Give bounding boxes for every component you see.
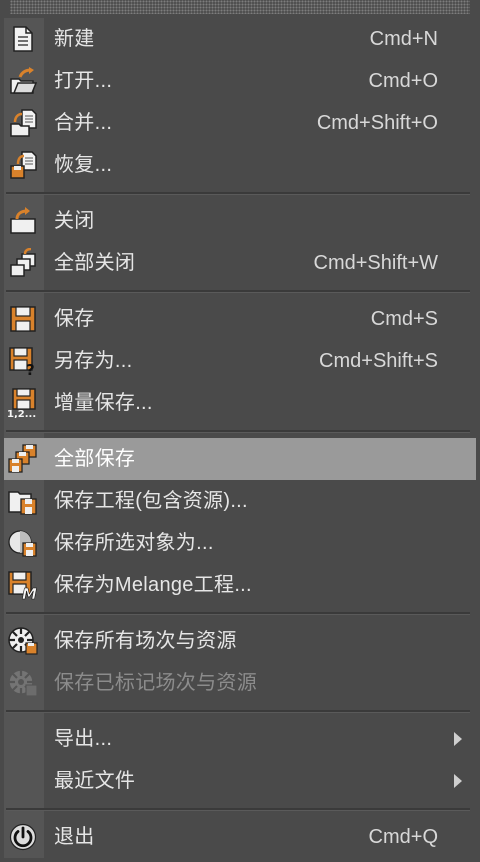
menu-item-save-all-takes[interactable]: 保存所有场次与资源: [0, 620, 480, 662]
menu-separator: [0, 284, 480, 298]
menu-item-label: 保存已标记场次与资源: [54, 672, 257, 694]
shortcut-text: Cmd+Q: [368, 826, 438, 848]
shortcut-text: Cmd+Shift+O: [316, 112, 438, 134]
open-folder-icon: [6, 65, 40, 97]
svg-text:1,2...: 1,2...: [7, 409, 36, 418]
menu-separator: [0, 186, 480, 200]
menu-item-merge[interactable]: 合并... Cmd+Shift+O: [0, 102, 480, 144]
save-icon: [6, 303, 40, 335]
menu-item-label: 保存所选对象为...: [54, 532, 214, 554]
menu-separator: [0, 606, 480, 620]
menu-item-label: 恢复...: [54, 154, 113, 176]
menu-item-label: 增量保存...: [54, 392, 153, 414]
menu-item-label: 保存: [54, 308, 95, 330]
svg-text:?: ?: [26, 361, 35, 376]
menu-item-save-as[interactable]: ? 另存为... Cmd+Shift+S: [0, 340, 480, 382]
menu-item-label: 关闭: [54, 210, 95, 232]
shortcut-text: Cmd+O: [368, 70, 438, 92]
menu-item-label: 合并...: [54, 112, 113, 134]
revert-icon: [6, 149, 40, 181]
menu-item-revert[interactable]: 恢复...: [0, 144, 480, 186]
menu-item-label: 最近文件: [54, 770, 136, 792]
menu-item-label: 保存所有场次与资源: [54, 630, 237, 652]
menu-item-close-all[interactable]: 全部关闭 Cmd+Shift+W: [0, 242, 480, 284]
icon-gutter: [4, 718, 44, 760]
menu-separator: [0, 424, 480, 438]
menu-item-save-marked-takes: 保存已标记场次与资源: [0, 662, 480, 704]
merge-icon: [6, 107, 40, 139]
menu-item-label: 保存为Melange工程...: [54, 574, 252, 596]
menu-item-label: 打开...: [54, 70, 113, 92]
menu-item-save-project[interactable]: 保存工程(包含资源)...: [0, 480, 480, 522]
icon-gutter: [4, 760, 44, 802]
menu-item-label: 新建: [54, 28, 95, 50]
power-icon: [6, 821, 40, 853]
menu-drag-grip[interactable]: [10, 0, 470, 14]
menu-item-export[interactable]: 导出...: [0, 718, 480, 760]
shortcut-text: Cmd+Shift+W: [313, 252, 438, 274]
menu-item-save-all[interactable]: 全部保存: [4, 438, 476, 480]
menu-item-label: 另存为...: [54, 350, 133, 372]
new-document-icon: [6, 23, 40, 55]
file-menu: 新建 Cmd+N 打开... Cmd+O 合并... Cmd+Shift+O 恢…: [0, 18, 480, 858]
menu-item-close[interactable]: 关闭: [0, 200, 480, 242]
menu-item-new[interactable]: 新建 Cmd+N: [0, 18, 480, 60]
menu-item-incremental-save[interactable]: 1,2... 增量保存...: [0, 382, 480, 424]
menu-item-label: 全部关闭: [54, 252, 136, 274]
save-all-icon: [6, 443, 40, 475]
shortcut-text: Cmd+N: [369, 28, 438, 50]
menu-item-label: 退出: [54, 826, 95, 848]
menu-item-label: 全部保存: [54, 448, 136, 470]
save-as-icon: ?: [6, 345, 40, 377]
menu-separator: [0, 802, 480, 816]
save-selected-icon: [6, 527, 40, 559]
close-all-icon: [6, 247, 40, 279]
save-all-takes-icon: [6, 625, 40, 657]
save-marked-takes-icon: [6, 667, 40, 699]
menu-item-save-melange[interactable]: M 保存为Melange工程...: [0, 564, 480, 606]
menu-item-quit[interactable]: 退出 Cmd+Q: [0, 816, 480, 858]
submenu-arrow-icon: [454, 774, 462, 788]
shortcut-text: Cmd+Shift+S: [319, 350, 438, 372]
menu-separator: [0, 704, 480, 718]
shortcut-text: Cmd+S: [370, 308, 438, 330]
close-icon: [6, 205, 40, 237]
menu-item-label: 保存工程(包含资源)...: [54, 490, 248, 512]
menu-item-open[interactable]: 打开... Cmd+O: [0, 60, 480, 102]
menu-item-recent-files[interactable]: 最近文件: [0, 760, 480, 802]
incremental-save-icon: 1,2...: [6, 387, 40, 419]
svg-text:M: M: [22, 585, 37, 600]
save-melange-icon: M: [6, 569, 40, 601]
menu-item-save[interactable]: 保存 Cmd+S: [0, 298, 480, 340]
save-project-icon: [6, 485, 40, 517]
submenu-arrow-icon: [454, 732, 462, 746]
menu-item-save-selected[interactable]: 保存所选对象为...: [0, 522, 480, 564]
menu-item-label: 导出...: [54, 728, 113, 750]
